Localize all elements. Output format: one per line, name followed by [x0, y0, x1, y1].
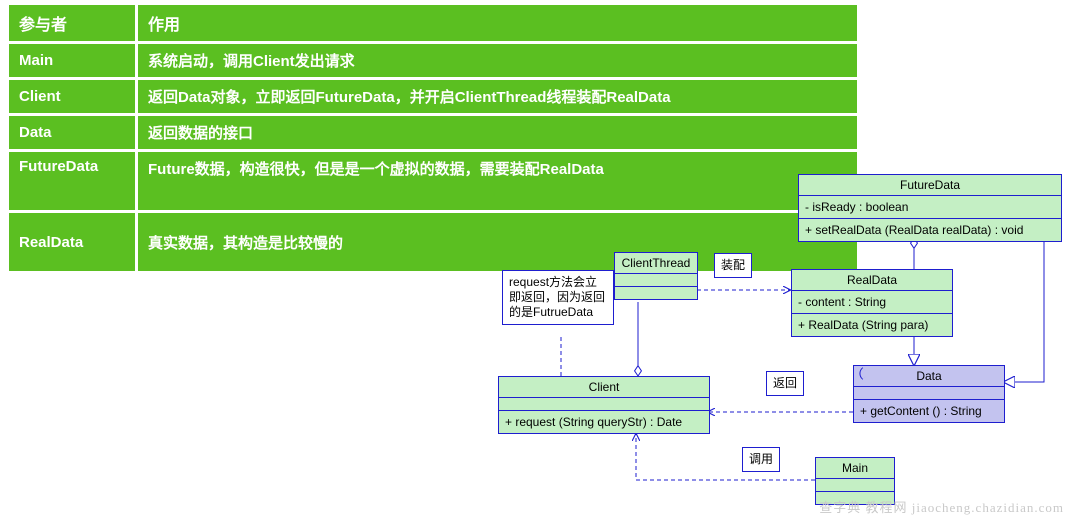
uml-class-title: Client — [499, 377, 709, 398]
uml-class-main: Main — [815, 457, 895, 505]
uml-note-request: request方法会立即返回，因为返回的是FutrueData — [502, 270, 614, 325]
participant-cell: Data — [8, 115, 137, 151]
participant-cell: FutureData — [8, 151, 137, 212]
uml-class-title: Data — [854, 366, 1004, 387]
table-header-participant: 参与者 — [8, 4, 137, 43]
uml-interface-name: Data — [916, 369, 941, 383]
uml-note-return: 返回 — [766, 371, 804, 396]
interface-icon — [856, 367, 869, 380]
table-header-role: 作用 — [137, 4, 859, 43]
uml-empty — [854, 387, 1004, 400]
uml-empty — [615, 274, 697, 287]
uml-empty — [816, 492, 894, 504]
participant-cell: RealData — [8, 212, 137, 273]
uml-class-title: Main — [816, 458, 894, 479]
uml-note-call: 调用 — [742, 447, 780, 472]
table-row: FutureData Future数据，构造很快，但是是一个虚拟的数据，需要装配… — [8, 151, 859, 212]
role-cell: Future数据，构造很快，但是是一个虚拟的数据，需要装配RealData — [137, 151, 859, 212]
role-cell: 系统启动，调用Client发出请求 — [137, 43, 859, 79]
uml-attr: - content : String — [798, 295, 886, 309]
table-row: Main 系统启动，调用Client发出请求 — [8, 43, 859, 79]
table-row: Data 返回数据的接口 — [8, 115, 859, 151]
uml-op: + request (String queryStr) : Date — [505, 415, 682, 429]
participants-table: 参与者 作用 Main 系统启动，调用Client发出请求 Client 返回D… — [6, 2, 860, 274]
role-cell: 真实数据，其构造是比较慢的 — [137, 212, 859, 273]
role-cell: 返回Data对象，立即返回FutureData，并开启ClientThread线… — [137, 79, 859, 115]
uml-op: + getContent () : String — [860, 404, 982, 418]
uml-interface-data: Data + getContent () : String — [853, 365, 1005, 423]
uml-empty — [816, 479, 894, 492]
uml-class-realdata: RealData - content : String + RealData (… — [791, 269, 953, 337]
role-cell: 返回数据的接口 — [137, 115, 859, 151]
uml-class-client: Client + request (String queryStr) : Dat… — [498, 376, 710, 434]
participant-cell: Client — [8, 79, 137, 115]
participant-cell: Main — [8, 43, 137, 79]
table-row: Client 返回Data对象，立即返回FutureData，并开启Client… — [8, 79, 859, 115]
uml-empty — [615, 287, 697, 299]
uml-empty — [499, 398, 709, 411]
uml-op: + RealData (String para) — [798, 318, 928, 332]
table-row: RealData 真实数据，其构造是比较慢的 — [8, 212, 859, 273]
watermark: 查字典 教程网 jiaocheng.chazidian.com — [819, 497, 1064, 516]
